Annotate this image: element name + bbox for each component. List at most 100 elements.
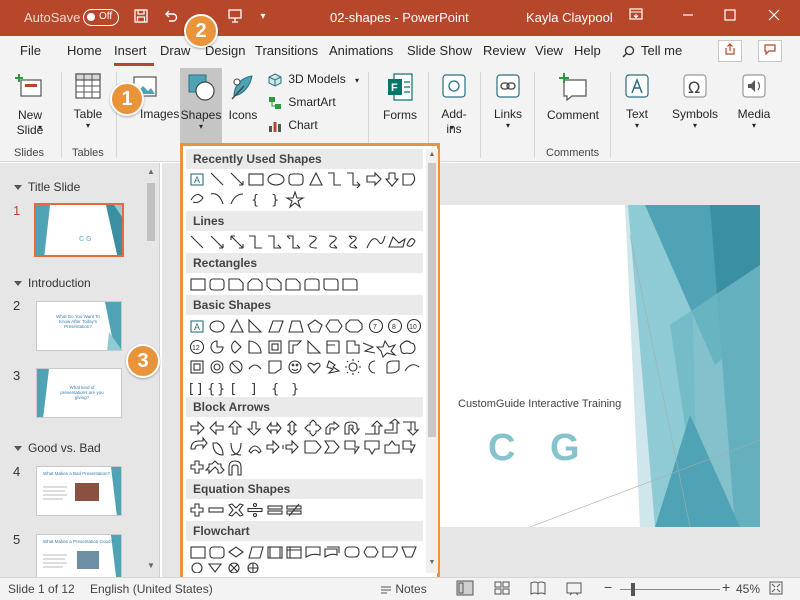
cube-icon <box>268 73 282 87</box>
comment-button[interactable]: Comment <box>542 72 604 122</box>
table-button[interactable]: Table ▾ <box>66 72 110 130</box>
thumb-decoration <box>36 205 122 255</box>
symbols-button[interactable]: Ω Symbols ▾ <box>670 72 720 130</box>
scroll-thumb[interactable] <box>147 183 155 241</box>
language-indicator[interactable]: English (United States) <box>90 582 213 596</box>
slide-sorter-icon[interactable] <box>494 580 510 599</box>
forms-label: Forms <box>383 108 417 122</box>
tab-file[interactable]: File <box>20 43 41 58</box>
user-name[interactable]: Kayla Claypool <box>526 10 613 25</box>
minimize-icon[interactable] <box>674 6 702 28</box>
add-ins-dropdown-icon[interactable]: ▾ <box>450 123 454 132</box>
tab-home[interactable]: Home <box>67 43 102 58</box>
normal-view-icon[interactable] <box>456 580 474 599</box>
speaker-icon <box>742 74 766 98</box>
ribbon-separator <box>610 72 611 158</box>
save-icon[interactable] <box>132 8 150 26</box>
category-basic-shapes: Basic Shapes <box>186 295 423 315</box>
chart-label: Chart <box>288 118 318 132</box>
flowchart-shapes[interactable] <box>189 543 423 573</box>
toggle-knob <box>87 13 95 21</box>
thumb-text: C G <box>79 236 92 243</box>
tab-help[interactable]: Help <box>574 43 601 58</box>
tab-slide-show[interactable]: Slide Show <box>407 43 472 58</box>
slide-thumbnail-4[interactable]: What Makes a Bad Presentation? <box>36 466 122 516</box>
links-dropdown-icon: ▾ <box>505 121 510 130</box>
title-bar: AutoSave Off ▾ 02-shapes - PowerPoint Ka… <box>0 0 800 36</box>
slideshow-view-icon[interactable] <box>566 580 582 599</box>
tab-animations[interactable]: Animations <box>329 43 393 58</box>
close-icon[interactable] <box>760 6 788 28</box>
recent-shapes[interactable]: A { } <box>189 170 419 210</box>
fit-to-window-icon[interactable] <box>768 580 784 599</box>
comments-icon[interactable] <box>758 40 782 62</box>
rectangle-shapes[interactable] <box>189 275 419 295</box>
category-rectangles: Rectangles <box>186 253 423 273</box>
customize-qat-icon[interactable]: ▾ <box>254 8 272 26</box>
slide-thumbnail-1[interactable]: C G <box>34 203 124 257</box>
tab-design[interactable]: Design <box>205 43 245 58</box>
section-introduction[interactable]: Introduction <box>14 276 91 290</box>
main-scrollbar[interactable] <box>782 163 800 577</box>
tab-insert[interactable]: Insert <box>114 43 147 58</box>
shape-row: A { } <box>189 170 419 209</box>
tab-review[interactable]: Review <box>483 43 526 58</box>
reading-view-icon[interactable] <box>530 580 546 599</box>
thumb-text: What Do You Want To Know After Today's P… <box>56 314 100 329</box>
scroll-up-icon[interactable]: ▲ <box>427 151 437 158</box>
3d-models-button[interactable]: 3D Models ▾ <box>268 72 359 87</box>
icons-button[interactable]: Icons <box>224 72 262 122</box>
scroll-down-icon[interactable]: ▼ <box>427 559 437 566</box>
zoom-in-button[interactable]: + <box>722 579 730 595</box>
tab-view[interactable]: View <box>535 43 563 58</box>
section-title-slide[interactable]: Title Slide <box>14 180 80 194</box>
thumb-text: What Makes a Bad Presentation? <box>43 471 111 476</box>
maximize-icon[interactable] <box>716 6 744 28</box>
tell-me-search[interactable]: Tell me <box>622 43 682 58</box>
notes-button[interactable]: Notes <box>380 582 427 596</box>
text-button[interactable]: Text ▾ <box>618 72 656 130</box>
tab-transitions[interactable]: Transitions <box>255 43 318 58</box>
zoom-slider-thumb[interactable] <box>631 583 635 596</box>
scroll-up-icon[interactable]: ▲ <box>146 167 156 176</box>
svg-text:}: } <box>291 382 299 397</box>
zoom-slider[interactable] <box>620 589 720 590</box>
icons-label: Icons <box>228 108 258 122</box>
scroll-down-icon[interactable]: ▼ <box>146 561 156 570</box>
media-button[interactable]: Media ▾ <box>734 72 774 130</box>
ribbon-display-icon[interactable] <box>622 6 650 28</box>
shapes-label: Shapes <box>180 108 222 122</box>
symbols-label: Symbols <box>671 107 718 121</box>
smartart-button[interactable]: SmartArt <box>268 95 336 110</box>
new-slide-button[interactable]: New Slide <box>8 72 52 138</box>
scroll-thumb[interactable] <box>428 163 436 437</box>
slide-thumbnail-2[interactable]: What Do You Want To Know After Today's P… <box>36 301 122 351</box>
zoom-level[interactable]: 45% <box>736 582 760 596</box>
tab-draw[interactable]: Draw <box>160 43 190 58</box>
zoom-out-button[interactable]: − <box>604 579 612 595</box>
links-button[interactable]: Links ▾ <box>488 72 528 130</box>
shapes-gallery-scrollbar[interactable]: ▲ ▼ <box>426 149 438 573</box>
autosave-toggle[interactable]: Off <box>83 9 119 26</box>
block-arrow-shapes[interactable] <box>189 419 423 479</box>
share-icon[interactable] <box>718 40 742 62</box>
section-label: Good vs. Bad <box>28 441 101 455</box>
shapes-button[interactable]: Shapes ▾ <box>180 72 222 131</box>
slide-number: 2 <box>13 298 21 313</box>
forms-button[interactable]: F Forms <box>378 72 422 122</box>
svg-text:}: } <box>271 193 279 208</box>
chart-button[interactable]: Chart <box>268 118 318 133</box>
autosave-label: AutoSave <box>24 10 81 25</box>
current-slide[interactable]: CustomGuide Interactive Training C G <box>440 205 760 527</box>
line-shapes[interactable] <box>189 233 419 253</box>
thumb-text: What kind of presentations are you givin… <box>60 385 104 400</box>
notes-label: Notes <box>395 582 427 596</box>
basic-shapes[interactable]: A 7 8 10 12 [] {} [] {} <box>189 317 423 397</box>
undo-icon[interactable] <box>162 8 180 26</box>
section-good-vs-bad[interactable]: Good vs. Bad <box>14 441 101 455</box>
new-slide-dropdown-icon[interactable]: ▾ <box>38 123 42 132</box>
slide-subtitle[interactable]: CustomGuide Interactive Training <box>458 398 621 410</box>
slide-thumbnail-3[interactable]: What kind of presentations are you givin… <box>36 368 122 418</box>
equation-shapes[interactable] <box>189 501 423 521</box>
present-icon[interactable] <box>226 8 244 26</box>
